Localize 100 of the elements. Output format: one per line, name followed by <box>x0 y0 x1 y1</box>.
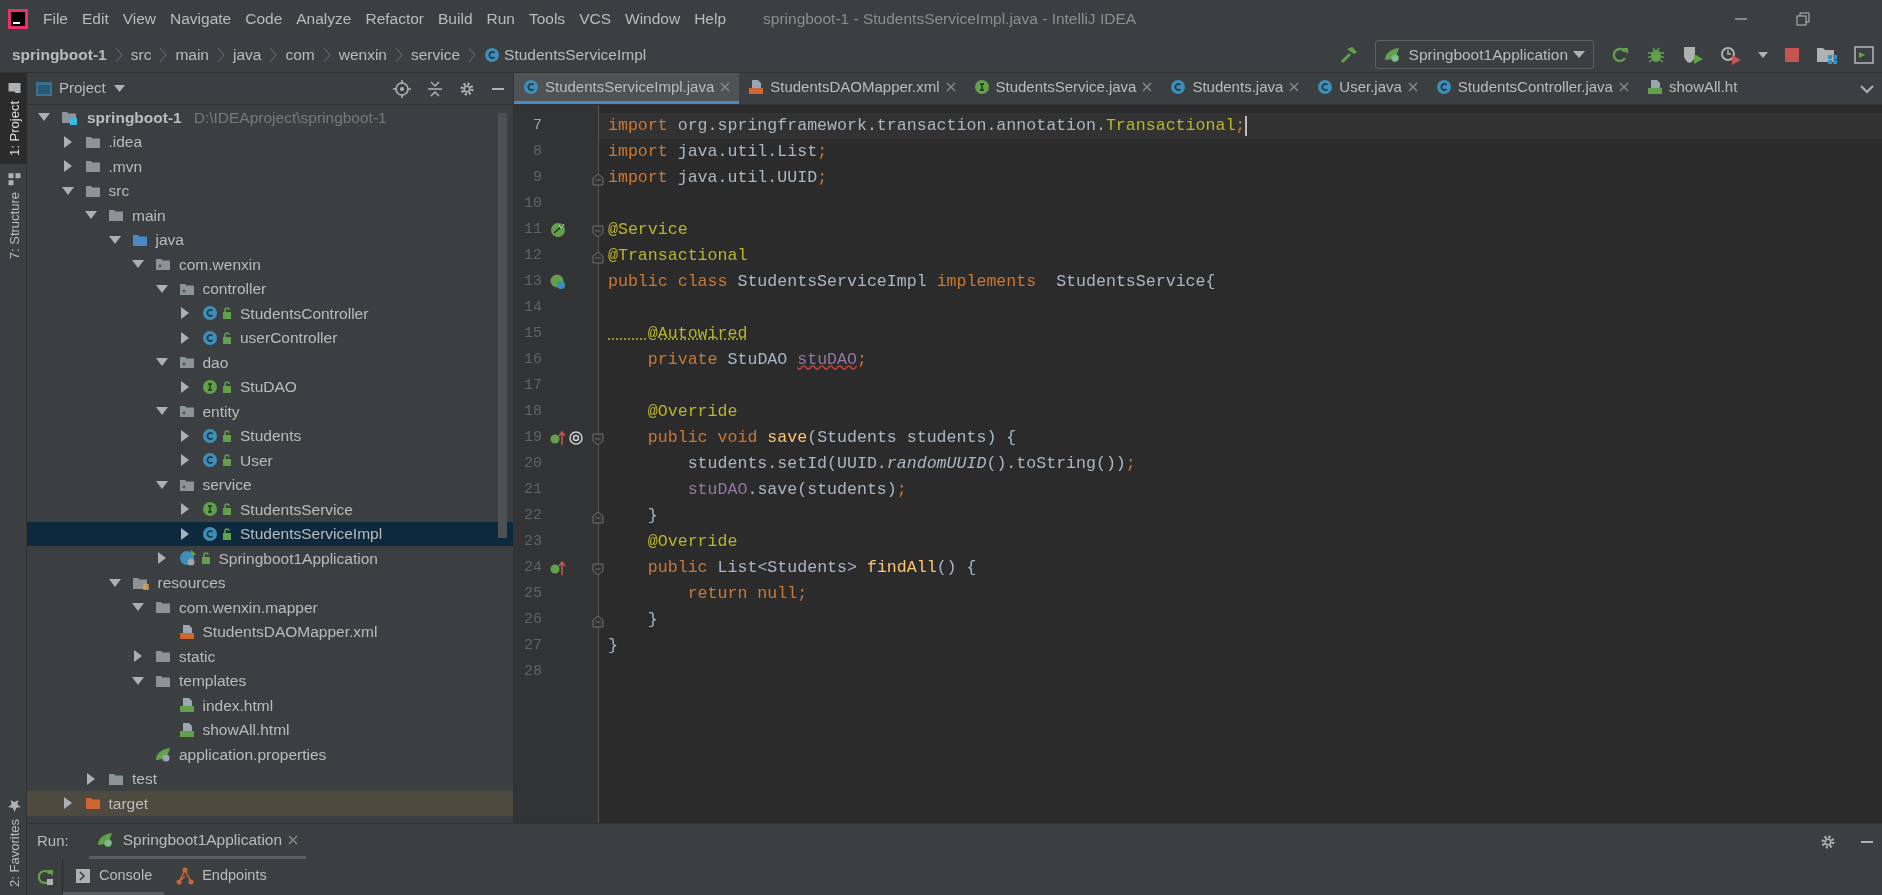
fold-marker-icon[interactable] <box>592 172 604 186</box>
expand-arrow-icon[interactable] <box>179 380 191 393</box>
tree-row[interactable]: dao <box>27 350 513 375</box>
expand-arrow-icon[interactable] <box>61 160 74 173</box>
editor-tab[interactable]: StudentsService.java <box>964 73 1162 104</box>
shield-play-icon[interactable] <box>1682 44 1704 65</box>
menu-item[interactable]: Code <box>238 6 290 31</box>
tree-row[interactable]: springboot-1 D:\IDEAproject\springboot-1 <box>27 105 513 130</box>
menu-item[interactable]: VCS <box>572 6 618 31</box>
collapse-arrow-icon[interactable] <box>61 184 74 197</box>
tree-row[interactable]: static <box>27 644 513 669</box>
close-icon[interactable] <box>288 835 299 845</box>
expand-arrow-icon[interactable] <box>179 454 191 467</box>
tool-window-tab[interactable]: 2: Favorites <box>0 791 30 895</box>
tree-row[interactable]: .mvn <box>27 154 513 179</box>
collapse-arrow-icon[interactable] <box>132 674 144 687</box>
tree-row[interactable]: target <box>27 791 513 816</box>
expand-arrow-icon[interactable] <box>179 503 191 516</box>
caret-icon[interactable] <box>1758 50 1768 59</box>
locate-icon[interactable] <box>393 79 411 98</box>
tree-row[interactable]: StudentsServiceImpl <box>27 521 513 546</box>
tree-row[interactable]: StudentsDAOMapper.xml <box>27 619 513 644</box>
tree-row[interactable]: controller <box>27 276 513 301</box>
editor-tab[interactable]: showAll.ht <box>1637 73 1747 104</box>
tool-window-tab[interactable]: 1: Project <box>0 73 30 164</box>
breadcrumb-item[interactable]: main <box>175 42 209 67</box>
collapse-arrow-icon[interactable] <box>155 282 168 295</box>
close-icon[interactable] <box>1289 82 1300 92</box>
settings-icon[interactable] <box>459 80 475 97</box>
close-icon[interactable] <box>1618 82 1629 92</box>
menu-item[interactable]: Analyze <box>289 6 359 31</box>
tree-row[interactable]: com.wenxin <box>27 252 513 277</box>
spring-class-icon[interactable] <box>550 274 566 290</box>
tool-window-tab[interactable]: 7: Structure <box>0 163 30 268</box>
expand-arrow-icon[interactable] <box>179 527 191 540</box>
implements-arrow-icon[interactable] <box>550 430 566 446</box>
tree-row[interactable]: Springboot1Application <box>27 546 513 571</box>
expand-arrow-icon[interactable] <box>85 772 97 785</box>
collapse-arrow-icon[interactable] <box>155 478 168 491</box>
breadcrumb-item[interactable]: StudentsServiceImpl <box>484 42 647 67</box>
fold-marker-icon[interactable] <box>592 224 604 238</box>
expand-arrow-icon[interactable] <box>179 307 191 320</box>
stop-icon[interactable] <box>1784 46 1800 63</box>
tree-row[interactable]: showAll.html <box>27 717 513 742</box>
spring-bean-icon[interactable] <box>550 222 566 238</box>
tree-row[interactable]: userController <box>27 325 513 350</box>
tree-row[interactable]: src <box>27 178 513 203</box>
menu-item[interactable]: Navigate <box>163 6 239 31</box>
fold-marker-icon[interactable] <box>592 510 604 524</box>
run-config-dropdown[interactable]: Springboot1Application <box>1374 39 1594 70</box>
settings-icon[interactable] <box>1820 833 1836 850</box>
tree-row[interactable]: index.html <box>27 693 513 718</box>
breadcrumb-item[interactable]: com <box>285 42 315 67</box>
menu-item[interactable]: Help <box>687 6 734 31</box>
menu-item[interactable]: Tools <box>521 6 573 31</box>
menu-item[interactable]: Build <box>431 6 480 31</box>
editor-tab[interactable]: StudentsServiceImpl.java <box>514 73 740 104</box>
breadcrumb-item[interactable]: java <box>233 42 262 67</box>
menu-item[interactable]: Run <box>479 6 522 31</box>
close-icon[interactable] <box>1407 82 1418 92</box>
terminal-icon[interactable] <box>1854 45 1874 64</box>
editor-tab[interactable]: Students.java <box>1161 73 1309 104</box>
breadcrumb-item[interactable]: wenxin <box>338 42 387 67</box>
panel-tab[interactable]: Endpoints <box>164 859 279 895</box>
chevron-down-icon[interactable] <box>1860 84 1874 94</box>
collapse-arrow-icon[interactable] <box>108 576 121 589</box>
scrollbar-thumb[interactable] <box>498 113 507 538</box>
tree-row[interactable]: templates <box>27 668 513 693</box>
expand-arrow-icon[interactable] <box>155 552 168 565</box>
panel-title-dropdown[interactable]: Project <box>59 77 125 100</box>
tree-row[interactable]: .idea <box>27 129 513 154</box>
implements-arrow-icon[interactable] <box>550 560 566 576</box>
menu-item[interactable]: View <box>115 6 164 31</box>
tree-row[interactable]: application.properties <box>27 742 513 767</box>
expand-arrow-icon[interactable] <box>179 429 191 442</box>
menu-item[interactable]: Refactor <box>358 6 432 31</box>
tree-row[interactable]: resources <box>27 570 513 595</box>
menu-item[interactable]: File <box>36 6 75 31</box>
tree-row[interactable]: entity <box>27 399 513 424</box>
fold-marker-icon[interactable] <box>592 614 604 628</box>
panel-tab[interactable]: Console <box>63 859 165 895</box>
expand-arrow-icon[interactable] <box>179 331 191 344</box>
menu-item[interactable]: Window <box>618 6 688 31</box>
tree-row[interactable]: main <box>27 203 513 228</box>
fold-marker-icon[interactable] <box>592 432 604 446</box>
restore-icon[interactable] <box>1796 11 1810 26</box>
tree-row[interactable]: java <box>27 227 513 252</box>
tree-row[interactable]: StudentsService <box>27 497 513 522</box>
tree-row[interactable]: com.wenxin.mapper <box>27 595 513 620</box>
collapse-all-icon[interactable] <box>427 79 443 98</box>
fold-marker-icon[interactable] <box>592 250 604 264</box>
editor-tab[interactable]: StudentsDAOMapper.xml <box>739 73 965 104</box>
expand-arrow-icon[interactable] <box>61 135 74 148</box>
breadcrumb-item[interactable]: service <box>411 42 461 67</box>
close-icon[interactable] <box>945 82 956 92</box>
breadcrumb-item[interactable]: src <box>130 42 152 67</box>
tree-row[interactable]: test <box>27 766 513 791</box>
tree-row[interactable]: service <box>27 472 513 497</box>
collapse-arrow-icon[interactable] <box>108 233 121 246</box>
editor-tab[interactable]: User.java <box>1308 73 1427 104</box>
